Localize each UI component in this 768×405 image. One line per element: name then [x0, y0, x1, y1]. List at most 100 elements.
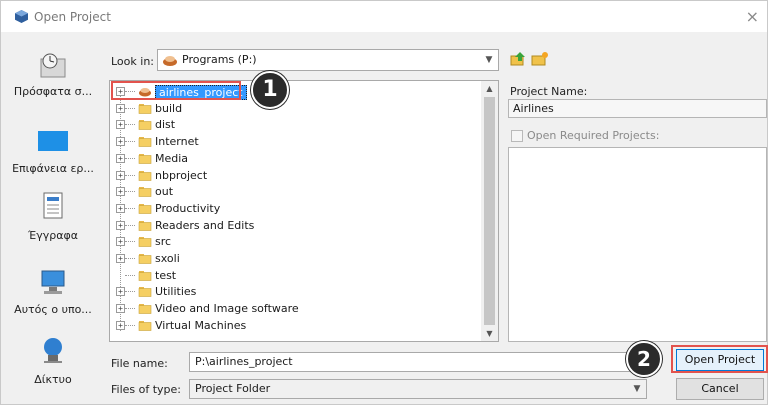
- scroll-down-icon[interactable]: ▼: [481, 326, 498, 341]
- expand-icon[interactable]: +: [116, 220, 125, 230]
- tree-row-label: Virtual Machines: [155, 318, 247, 332]
- tree-row-label: out: [155, 185, 174, 199]
- project-cube-icon: [15, 10, 28, 23]
- file-type-select[interactable]: Project Folder ▼: [189, 379, 647, 399]
- up-folder-icon[interactable]: [510, 51, 526, 67]
- tree-row-label: src: [155, 235, 172, 249]
- tree-row[interactable]: + Media: [110, 151, 480, 166]
- tree-connector: [125, 141, 135, 143]
- place-label-recent: Πρόσφατα σ...: [13, 85, 93, 98]
- chevron-down-icon: ▼: [485, 55, 493, 65]
- place-label-documents: Έγγραφα: [28, 229, 78, 242]
- open-project-dialog: Open Project × Πρόσφατα σ... Επιφάνεια ε…: [0, 0, 768, 405]
- expand-icon[interactable]: +: [116, 320, 125, 330]
- tree-connector: [125, 324, 135, 326]
- tree-row-label: Productivity: [155, 201, 221, 215]
- tree-row[interactable]: + build: [110, 101, 480, 116]
- chevron-down-icon: ▼: [633, 384, 641, 394]
- expand-icon[interactable]: +: [116, 103, 125, 113]
- tree-row[interactable]: + Utilities: [110, 284, 480, 299]
- open-required-checkbox[interactable]: [511, 130, 523, 142]
- place-network[interactable]: Δίκτυο: [5, 337, 101, 386]
- tree-row[interactable]: + Productivity: [110, 201, 480, 216]
- drive-icon: [163, 56, 177, 66]
- tree-row-label: Video and Image software: [155, 302, 299, 316]
- folder-tree[interactable]: + airlines_project + build + dist + Internet + Me…: [109, 80, 499, 342]
- folder-icon: [138, 237, 152, 248]
- tree-row[interactable]: + dist: [110, 117, 480, 132]
- tree-row-label: test: [155, 268, 177, 282]
- expand-icon[interactable]: +: [116, 287, 125, 297]
- expand-icon[interactable]: +: [116, 120, 125, 130]
- folder-icon: [138, 187, 152, 197]
- tree-connector: [125, 308, 135, 310]
- file-type-label: Files of type:: [111, 383, 182, 396]
- tree-row[interactable]: + nbproject: [110, 168, 480, 183]
- scroll-thumb[interactable]: [484, 97, 495, 325]
- tree-row[interactable]: + Internet: [110, 134, 480, 149]
- folder-icon: [138, 153, 152, 164]
- tree-row[interactable]: + out: [110, 184, 480, 199]
- expand-icon[interactable]: +: [116, 237, 125, 247]
- folder-icon: [138, 120, 152, 131]
- required-projects-list: [508, 147, 767, 342]
- place-desktop[interactable]: Επιφάνεια ερ...: [5, 129, 101, 175]
- tree-row[interactable]: + Readers and Edits: [110, 218, 480, 233]
- expand-icon[interactable]: +: [116, 203, 125, 213]
- tree-connector: [125, 191, 135, 193]
- folder-icon: [138, 220, 152, 231]
- tree-connector: [125, 224, 135, 226]
- documents-icon: [43, 192, 63, 219]
- tree-row[interactable]: + sxoli: [110, 251, 480, 266]
- expand-icon[interactable]: +: [116, 254, 125, 263]
- place-label-this-pc: Αυτός ο υπο...: [14, 303, 92, 316]
- look-in-value: Programs (P:): [182, 53, 257, 66]
- tree-connector: [125, 258, 135, 259]
- recent-clock-icon: [40, 53, 66, 78]
- callout-1: 1: [251, 71, 289, 109]
- place-label-network: Δίκτυο: [34, 373, 72, 386]
- folder-icon: [138, 103, 152, 114]
- expand-icon[interactable]: +: [116, 153, 125, 163]
- place-recent[interactable]: Πρόσφατα σ...: [5, 51, 101, 98]
- file-name-value: P:\airlines_project: [195, 355, 293, 368]
- project-name-label: Project Name:: [510, 85, 588, 98]
- open-required-label: Open Required Projects:: [527, 129, 660, 142]
- look-in-label: Look in:: [111, 55, 154, 68]
- tree-scrollbar[interactable]: ▲ ▼: [481, 81, 498, 341]
- title-bar: Open Project ×: [1, 1, 767, 32]
- look-in-combo[interactable]: Programs (P:) ▼: [157, 49, 499, 71]
- place-this-pc[interactable]: Αυτός ο υπο...: [5, 269, 101, 316]
- folder-icon: [138, 287, 152, 298]
- expand-icon[interactable]: +: [116, 137, 125, 147]
- places-bar: Πρόσφατα σ... Επιφάνεια ερ... Έγγραφα Αυ…: [5, 41, 101, 401]
- expand-icon[interactable]: +: [116, 187, 125, 197]
- tree-row-label: build: [155, 101, 183, 115]
- expand-icon[interactable]: +: [116, 170, 125, 180]
- folder-icon: [138, 254, 152, 264]
- tree-row-label: sxoli: [155, 252, 180, 265]
- new-folder-icon[interactable]: [531, 51, 549, 67]
- folder-icon: [138, 203, 152, 214]
- place-documents[interactable]: Έγγραφα: [5, 191, 101, 242]
- tree-row-label: Media: [155, 151, 189, 165]
- tree-row[interactable]: test: [110, 268, 480, 283]
- tree-row-label: nbproject: [155, 168, 208, 182]
- tree-connector: [125, 274, 135, 276]
- tree-row[interactable]: + src: [110, 234, 480, 249]
- file-name-label: File name:: [111, 357, 168, 370]
- tree-row[interactable]: + Video and Image software: [110, 301, 480, 316]
- close-button[interactable]: ×: [746, 7, 759, 26]
- network-icon: [44, 338, 62, 363]
- window-title: Open Project: [34, 10, 111, 24]
- expand-icon[interactable]: +: [116, 304, 125, 314]
- scroll-up-icon[interactable]: ▲: [481, 81, 498, 96]
- file-name-input[interactable]: P:\airlines_project: [189, 352, 647, 372]
- folder-icon: [138, 137, 152, 147]
- tree-row-label: Readers and Edits: [155, 218, 255, 232]
- project-name-value: Airlines: [513, 102, 554, 115]
- desktop-icon: [38, 131, 68, 151]
- cancel-button[interactable]: Cancel: [676, 378, 764, 400]
- tree-row[interactable]: + Virtual Machines: [110, 318, 480, 333]
- project-name-field: Airlines: [508, 99, 767, 118]
